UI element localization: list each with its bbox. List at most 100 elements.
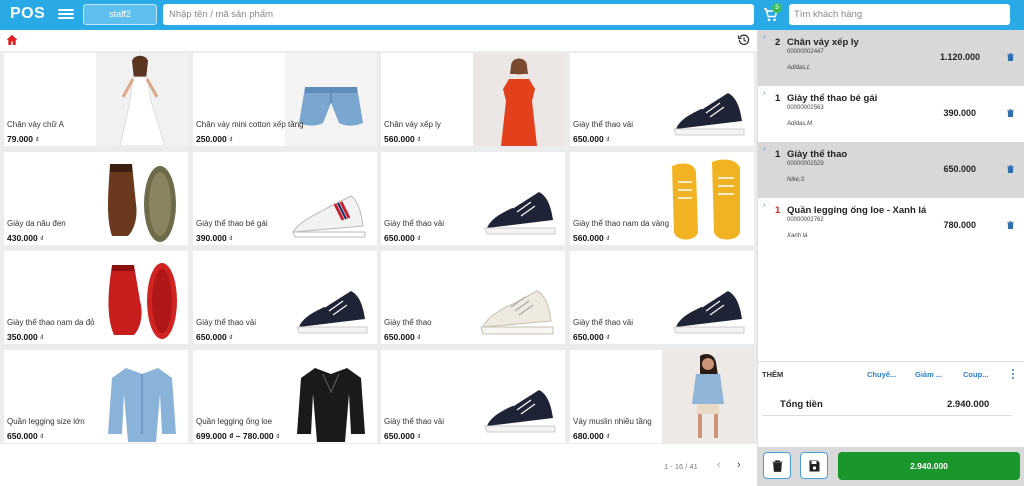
item-quantity[interactable]: 1 (775, 149, 780, 160)
menu-icon[interactable] (58, 7, 74, 21)
transfer-option-button[interactable]: Chuyể... (867, 370, 899, 379)
cart-line-item[interactable]: › 1 Giày thể thao 00000002529 Nike,S 650… (758, 142, 1024, 198)
product-name: Chân váy xếp ly (384, 120, 441, 129)
save-icon (809, 460, 820, 472)
expand-chevron-icon[interactable]: › (763, 90, 765, 97)
product-image-navy-sneaker (285, 251, 377, 344)
item-amount: 1.120.000 (940, 52, 981, 62)
product-image-white-sneaker (285, 152, 377, 245)
add-label: THÊM (762, 370, 784, 379)
delete-item-icon[interactable] (1007, 53, 1014, 61)
cart-line-item[interactable]: › 1 Quần legging ống loe - Xanh lá 00000… (758, 198, 1024, 254)
coupon-option-button[interactable]: Coup... (963, 370, 993, 379)
product-card[interactable]: Giày thể thao nam da đỏ 350.000 ₫ (4, 251, 188, 344)
product-card[interactable]: Chân váy xếp ly 560.000 ₫ (381, 53, 565, 146)
product-card[interactable]: Chân váy mini cotton xếp tầng 250.000 ₫ (193, 53, 377, 146)
product-card[interactable]: Váy muslin nhiều tầng 680.000 ₫ (570, 350, 754, 443)
product-card[interactable]: Giày thể thao vải 650.000 ₫ (381, 350, 565, 443)
product-image-red-sneakers (96, 251, 188, 344)
product-price: 650.000 ₫ (384, 431, 421, 441)
product-card[interactable]: Giày thể thao vải 650.000 ₫ (193, 251, 377, 344)
item-name: Quần legging ống loe - Xanh lá (787, 205, 927, 216)
item-code: 00000002563 (787, 105, 824, 111)
product-card[interactable]: Chân váy chữ A 79.000 ₫ (4, 53, 188, 146)
product-price: 250.000 ₫ (196, 134, 233, 144)
product-price: 650.000 ₫ (573, 332, 610, 342)
product-card[interactable]: Giày thể thao vải 650.000 ₫ (570, 53, 754, 146)
pagination-prev-button[interactable]: ‹ (717, 459, 727, 471)
product-name: Giày thể thao vải (573, 120, 634, 129)
product-name: Chân váy mini cotton xếp tầng (196, 120, 304, 129)
customer-search-input[interactable]: Tìm khách hàng (789, 4, 1010, 25)
product-image-yellow-sneakers (662, 152, 754, 245)
save-order-button[interactable] (800, 452, 828, 479)
staff-selector-button[interactable]: staff2 (83, 4, 157, 25)
product-name: Giày thể thao nam da đỏ (7, 318, 95, 327)
product-price: 350.000 ₫ (7, 332, 44, 342)
total-row: Tổng tiền 2.940.000 (762, 388, 1012, 416)
pay-button[interactable]: 2.940.000 (838, 452, 1020, 480)
discount-option-button[interactable]: Giảm ... (915, 370, 945, 379)
more-options-icon[interactable] (1011, 367, 1015, 381)
product-image-white-dress (96, 53, 188, 146)
item-amount: 780.000 (943, 220, 976, 230)
delete-item-icon[interactable] (1007, 221, 1014, 229)
item-quantity[interactable]: 1 (775, 205, 780, 216)
item-quantity[interactable]: 2 (775, 37, 780, 48)
product-name: Giày thể thao nam da vàng (573, 219, 670, 228)
product-search-input[interactable]: Nhập tên / mã sản phẩm (163, 4, 754, 25)
cart-line-item[interactable]: › 1 Giày thể thao bé gái 00000002563 Adi… (758, 86, 1024, 142)
product-card[interactable]: Giày thể thao nam da vàng 560.000 ₫ (570, 152, 754, 245)
expand-chevron-icon[interactable]: › (763, 146, 765, 153)
app-logo: POS (10, 5, 46, 22)
clear-cart-button[interactable] (763, 452, 791, 479)
item-name: Chân váy xếp ly (787, 37, 859, 48)
cart-summary: THÊM Chuyể... Giảm ... Coup... Tổng tiền… (758, 361, 1024, 447)
item-quantity[interactable]: 1 (775, 93, 780, 104)
delete-item-icon[interactable] (1007, 165, 1014, 173)
product-image-cream-sneaker (473, 251, 565, 344)
product-image-navy-sneaker (473, 350, 565, 443)
product-image-denim-jacket (96, 350, 188, 443)
product-card[interactable]: Giày thể thao vải 650.000 ₫ (381, 152, 565, 245)
expand-chevron-icon[interactable]: › (763, 34, 765, 41)
delete-item-icon[interactable] (1007, 109, 1014, 117)
product-card[interactable]: Giày thể thao vải 650.000 ₫ (570, 251, 754, 344)
history-icon[interactable] (738, 34, 750, 46)
product-name: Giày thể thao vải (573, 318, 634, 327)
cart-line-item[interactable]: › 2 Chân váy xếp ly 00000002447 Adidas,L… (758, 30, 1024, 86)
pagination-next-button[interactable]: › (737, 459, 747, 471)
product-price: 650.000 ₫ (7, 431, 44, 441)
product-area: Chân váy chữ A 79.000 ₫ Chân váy mini co… (0, 30, 757, 486)
product-card[interactable]: Quần legging size lớn 650.000 ₫ (4, 350, 188, 443)
product-price: 650.000 ₫ (384, 332, 421, 342)
product-name: Váy muslin nhiều tầng (573, 417, 652, 426)
item-code: 00000002762 (787, 217, 824, 223)
item-code: 00000002447 (787, 49, 824, 55)
product-name: Giày thể thao vải (384, 219, 445, 228)
item-variant: Nike,S (787, 177, 805, 183)
product-card[interactable]: Quần legging ống loe 699.000 ₫ – 780.000… (193, 350, 377, 443)
product-image-navy-sneaker (473, 152, 565, 245)
item-name: Giày thể thao bé gái (787, 93, 878, 104)
expand-chevron-icon[interactable]: › (763, 202, 765, 209)
product-card[interactable]: Giày thể thao 650.000 ₫ (381, 251, 565, 344)
add-customer-icon[interactable] (997, 9, 1011, 21)
product-card[interactable]: Giày da nâu đen 430.000 ₫ (4, 152, 188, 245)
cart-count-badge: 5 (772, 3, 782, 13)
product-price: 650.000 ₫ (573, 134, 610, 144)
product-name: Quần legging size lớn (7, 417, 85, 426)
item-amount: 390.000 (943, 108, 976, 118)
product-image-kid-denim (662, 350, 754, 443)
product-image-navy-sneaker (662, 53, 754, 146)
product-price: 560.000 ₫ (384, 134, 421, 144)
product-card[interactable]: Giày thể thao bé gái 390.000 ₫ (193, 152, 377, 245)
product-price: 699.000 ₫ – 780.000 ₫ (196, 431, 280, 441)
total-value: 2.940.000 (947, 399, 990, 410)
product-image-navy-sneaker (662, 251, 754, 344)
home-icon[interactable] (6, 34, 18, 46)
product-image-brown-boots (96, 152, 188, 245)
trash-icon (772, 460, 783, 472)
product-name: Giày thể thao bé gái (196, 219, 268, 228)
item-variant: Xanh lá (787, 233, 808, 239)
